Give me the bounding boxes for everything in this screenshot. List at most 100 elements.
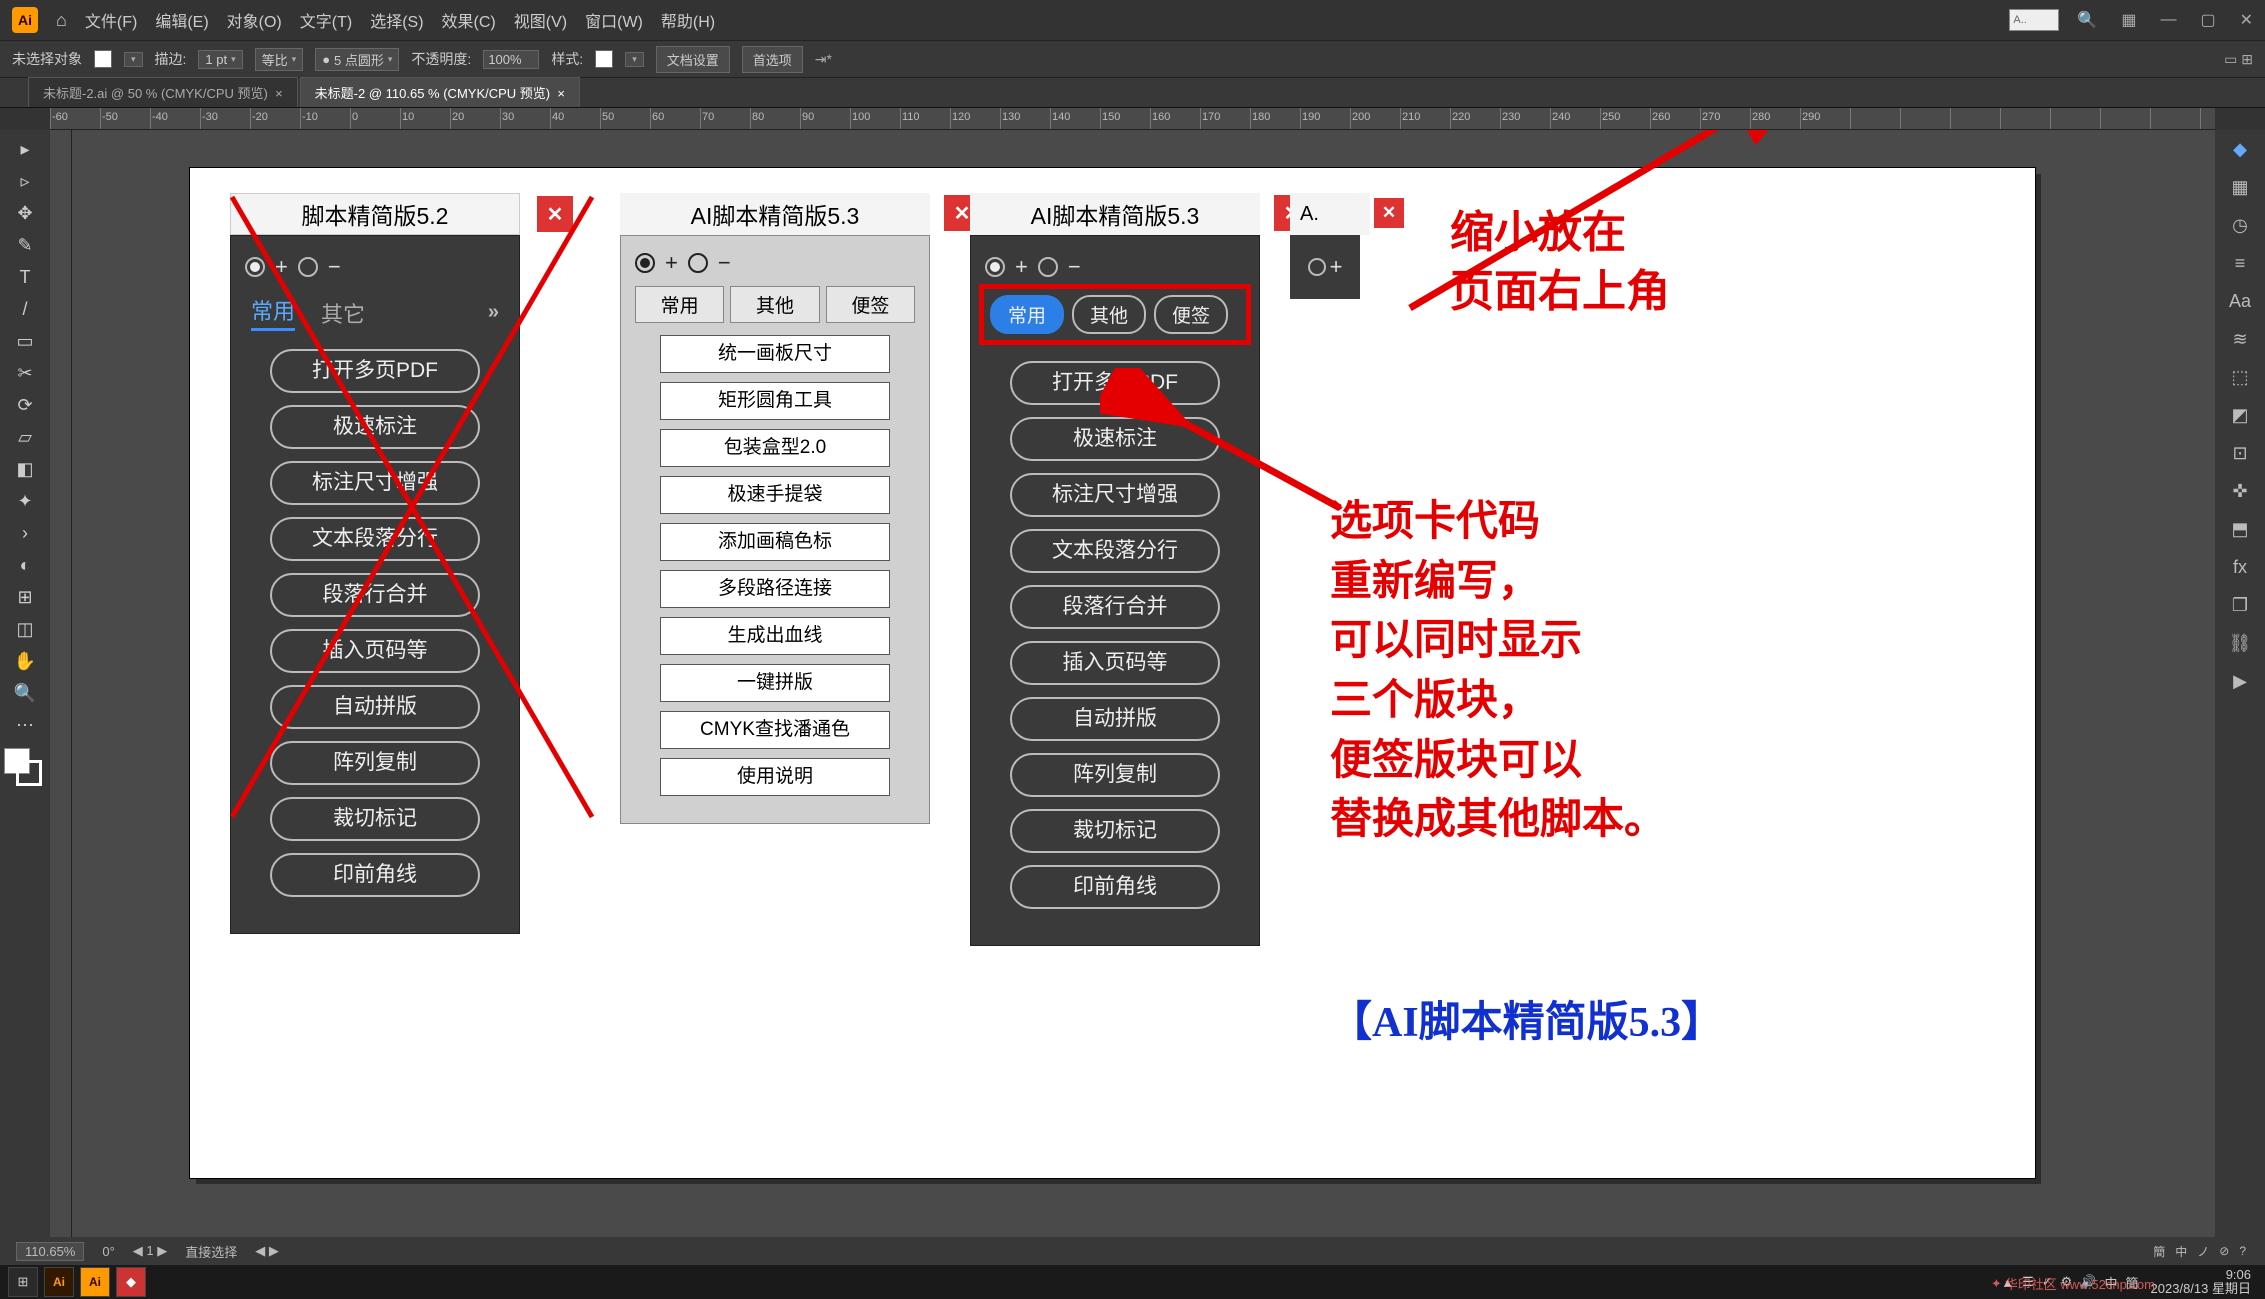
p2btns-btn-1[interactable]: 矩形圆角工具 [660,382,890,420]
tool-8[interactable]: ⟳ [8,390,42,420]
tool-3[interactable]: ✎ [8,230,42,260]
radio-off-icon[interactable] [1038,257,1058,277]
p3btns-btn-6[interactable]: 自动拼版 [1010,697,1220,741]
minus-icon[interactable]: − [1068,254,1081,280]
opacity-field[interactable]: 100% [483,50,539,69]
tool-0[interactable]: ▸ [8,134,42,164]
tool-12[interactable]: › [8,518,42,548]
panel1-close-button[interactable]: ✕ [537,196,573,232]
tool-15[interactable]: ◫ [8,614,42,644]
p2btns-btn-2[interactable]: 包装盒型2.0 [660,429,890,467]
menu-window[interactable]: 窗口(W) [585,8,643,32]
menu-view[interactable]: 视图(V) [514,8,567,32]
p1btns-btn-4[interactable]: 段落行合并 [270,573,480,617]
p2btns-btn-5[interactable]: 多段路径连接 [660,570,890,608]
menu-type[interactable]: 文字(T) [300,8,352,32]
panel2-tab-common[interactable]: 常用 [635,286,724,323]
panel-icon-10[interactable]: ⬒ [2223,514,2257,544]
plus-icon[interactable]: + [275,254,288,280]
p2btns-btn-3[interactable]: 极速手提袋 [660,476,890,514]
minus-icon[interactable]: − [718,250,731,276]
panel2-tab-notes[interactable]: 便签 [826,286,915,323]
p1btns-btn-7[interactable]: 阵列复制 [270,741,480,785]
stroke-weight[interactable]: 1 pt▾ [198,50,242,69]
tool-10[interactable]: ◧ [8,454,42,484]
menu-edit[interactable]: 编辑(E) [155,8,208,32]
zoom-field[interactable]: 110.65% [16,1242,84,1261]
home-icon[interactable]: ⌂ [56,10,67,31]
align-icon[interactable]: ⇥* [815,51,832,68]
panel-icon-14[interactable]: ▶ [2223,666,2257,696]
window-max[interactable]: ▢ [2200,10,2215,30]
panel-icon-7[interactable]: ◩ [2223,400,2257,430]
panel-icon-1[interactable]: ▦ [2223,172,2257,202]
search-icon[interactable]: 🔍 [2077,10,2097,30]
radio-off-icon[interactable] [298,257,318,277]
panel-icon-8[interactable]: ⊡ [2223,438,2257,468]
style-swatch[interactable] [595,50,613,68]
prefs-button[interactable]: 首选项 [742,46,803,73]
tool-16[interactable]: ✋ [8,646,42,676]
p3btns-btn-1[interactable]: 极速标注 [1010,417,1220,461]
p3btns-btn-7[interactable]: 阵列复制 [1010,753,1220,797]
p3btns-btn-9[interactable]: 印前角线 [1010,865,1220,909]
p3btns-btn-3[interactable]: 文本段落分行 [1010,529,1220,573]
panel3-tab-other[interactable]: 其他 [1072,295,1146,334]
p1btns-btn-9[interactable]: 印前角线 [270,853,480,897]
tool-7[interactable]: ✂ [8,358,42,388]
tool-18[interactable]: ⋯ [8,710,42,740]
p3btns-btn-4[interactable]: 段落行合并 [1010,585,1220,629]
chevron-right-icon[interactable]: » [488,301,499,324]
p1btns-btn-1[interactable]: 极速标注 [270,405,480,449]
minus-icon[interactable]: − [328,254,341,280]
tool-2[interactable]: ✥ [8,198,42,228]
p1btns-btn-2[interactable]: 标注尺寸增强 [270,461,480,505]
plus-icon[interactable]: + [1330,254,1343,280]
p2btns-btn-9[interactable]: 使用说明 [660,758,890,796]
p2btns-btn-0[interactable]: 统一画板尺寸 [660,335,890,373]
p1btns-btn-6[interactable]: 自动拼版 [270,685,480,729]
fill-stroke-control[interactable] [4,748,46,790]
p2btns-btn-8[interactable]: CMYK查找潘通色 [660,711,890,749]
style-dropdown[interactable]: ▾ [625,52,644,67]
tool-14[interactable]: ⊞ [8,582,42,612]
tool-5[interactable]: / [8,294,42,324]
p2btns-btn-6[interactable]: 生成出血线 [660,617,890,655]
p2btns-btn-4[interactable]: 添加画稿色标 [660,523,890,561]
panel-icon-3[interactable]: ≡ [2223,248,2257,278]
arrange-docs-icon[interactable]: ▦ [2121,10,2136,30]
p3btns-btn-5[interactable]: 插入页码等 [1010,641,1220,685]
panel4-close-button[interactable]: ✕ [1374,198,1404,228]
uniform-dropdown[interactable]: 等比▾ [255,48,304,71]
panel-icon-12[interactable]: ❐ [2223,590,2257,620]
panel-toggle-icon[interactable]: ▭ ⊞ [2224,51,2253,68]
p3btns-btn-0[interactable]: 打开多页PDF [1010,361,1220,405]
tool-1[interactable]: ▹ [8,166,42,196]
taskbar-ai-1[interactable]: Ai [44,1267,74,1297]
p3btns-btn-8[interactable]: 裁切标记 [1010,809,1220,853]
radio-on-icon[interactable] [635,253,655,273]
p3btns-btn-2[interactable]: 标注尺寸增强 [1010,473,1220,517]
radio-icon[interactable] [1308,258,1326,276]
fill-swatch[interactable] [94,50,112,68]
p1btns-btn-8[interactable]: 裁切标记 [270,797,480,841]
tool-13[interactable]: ◐ [8,550,42,580]
doc-tab-1[interactable]: 未标题-2.ai @ 50 % (CMYK/CPU 预览) × [28,77,298,107]
panel-icon-5[interactable]: ≋ [2223,324,2257,354]
panel2-tab-other[interactable]: 其他 [730,286,819,323]
canvas[interactable]: 脚本精简版5.2 ✕ + − 常用 其它 » 打开多页PDF极速 [50,130,2215,1237]
search-mini-field[interactable] [2009,9,2059,31]
menu-help[interactable]: 帮助(H) [661,8,715,32]
window-min[interactable]: — [2160,11,2176,29]
panel3-tab-common[interactable]: 常用 [990,295,1064,334]
panel-icon-6[interactable]: ⬚ [2223,362,2257,392]
panel-icon-11[interactable]: fx [2223,552,2257,582]
brush-dropdown[interactable]: ● 5 点圆形▾ [315,48,399,71]
p1btns-btn-3[interactable]: 文本段落分行 [270,517,480,561]
p1btns-btn-0[interactable]: 打开多页PDF [270,349,480,393]
p2btns-btn-7[interactable]: 一键拼版 [660,664,890,702]
panel-icon-0[interactable]: ◆ [2223,134,2257,164]
start-button[interactable]: ⊞ [8,1267,38,1297]
panel-icon-4[interactable]: Aa [2223,286,2257,316]
tool-11[interactable]: ✦ [8,486,42,516]
